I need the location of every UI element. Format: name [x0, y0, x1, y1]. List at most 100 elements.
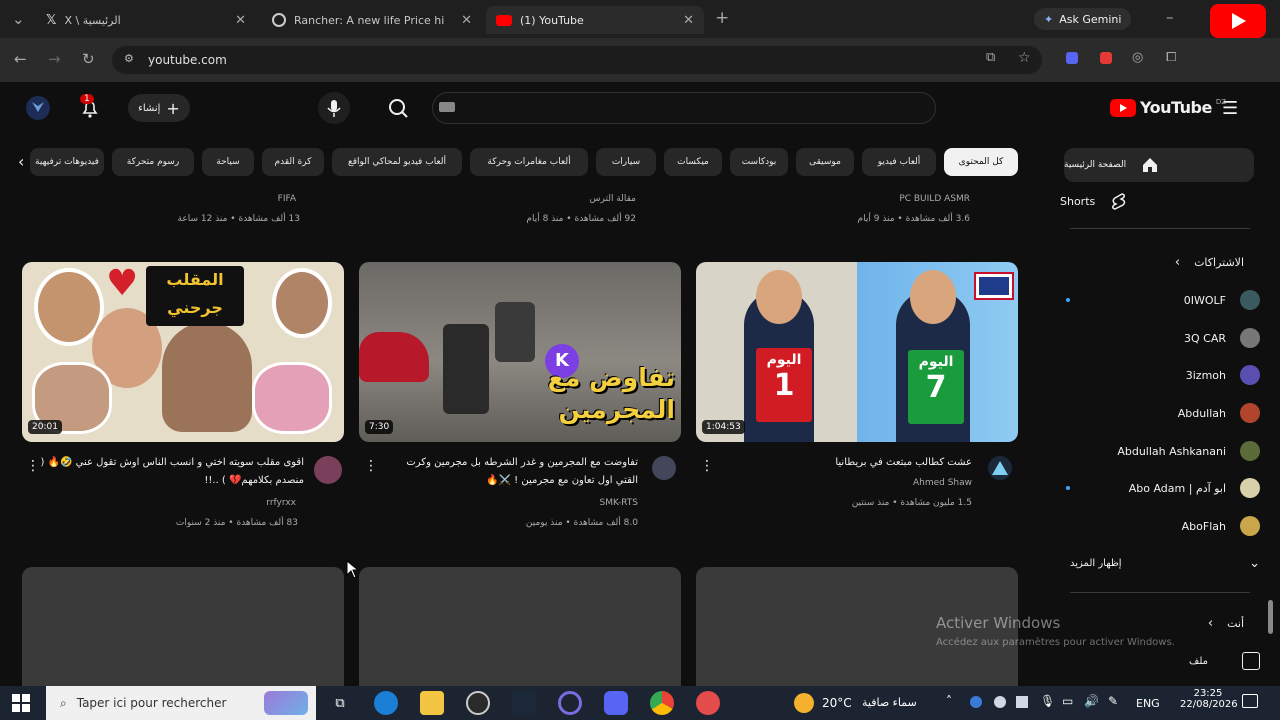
- chrome-icon[interactable]: [650, 691, 674, 715]
- forward-button[interactable]: →: [48, 50, 61, 68]
- tab-search-dropdown-icon[interactable]: ⌄: [12, 10, 25, 28]
- discord-icon[interactable]: [604, 691, 628, 715]
- browser-tab-steam[interactable]: Rancher: A new life Price histor ✕: [262, 6, 482, 34]
- chip[interactable]: فيديوهات ترفيهية: [30, 148, 104, 176]
- sidebar-item-channel[interactable]: 3Q CAR: [1060, 321, 1260, 355]
- app-red-icon[interactable]: [696, 691, 720, 715]
- sidebar-item-channel[interactable]: 0IWOLF: [1060, 283, 1260, 317]
- minimize-button[interactable]: –: [1166, 8, 1174, 26]
- clock[interactable]: 23:25 22/08/2026: [1180, 688, 1238, 710]
- sidebar-item-home[interactable]: الصفحة الرئيسية: [1064, 148, 1254, 182]
- chip[interactable]: بودكاست: [730, 148, 788, 176]
- video-channel[interactable]: PC BUILD ASMR: [700, 194, 970, 204]
- start-button[interactable]: [12, 694, 30, 712]
- obs-icon[interactable]: [466, 691, 490, 715]
- sidebar-item-channel[interactable]: Abdullah: [1060, 396, 1260, 430]
- video-meta: 1.5 مليون مشاهدة • منذ سنتين: [851, 498, 972, 508]
- voice-search-button[interactable]: [318, 92, 350, 124]
- video-thumbnail[interactable]: ♥ المقلب جرحني 20:01: [22, 262, 344, 442]
- extensions-puzzle-icon[interactable]: ⧠: [1166, 50, 1176, 65]
- sidebar-item-shorts[interactable]: Shorts: [1060, 184, 1260, 218]
- weather-desc[interactable]: سماء صافية: [862, 696, 932, 709]
- search-input[interactable]: [432, 92, 936, 124]
- sidebar-item-channel[interactable]: Abdullah Ashkanani: [1060, 434, 1260, 468]
- sidebar-show-more[interactable]: ⌄ إظهار المزيد: [1060, 546, 1260, 580]
- avatar[interactable]: [26, 96, 50, 120]
- ask-gemini-button[interactable]: ✦ Ask Gemini: [1034, 8, 1132, 30]
- chip[interactable]: سيارات: [596, 148, 656, 176]
- tray-app-icon[interactable]: [970, 696, 982, 708]
- chip-active[interactable]: كل المحتوى: [944, 148, 1018, 176]
- chip[interactable]: ألعاب فيديو لمحاكي الواقع: [332, 148, 462, 176]
- extension-icon[interactable]: ◎: [1132, 50, 1143, 65]
- back-button[interactable]: ←: [14, 50, 27, 68]
- network-icon[interactable]: ▭: [1062, 694, 1073, 708]
- chip[interactable]: سياحة: [202, 148, 254, 176]
- channel-avatar[interactable]: [652, 456, 676, 480]
- app-ring-icon[interactable]: [558, 691, 582, 715]
- volume-icon[interactable]: 🔊: [1084, 694, 1099, 708]
- sidebar-divider: [1070, 228, 1250, 229]
- browser-tab-x[interactable]: 𝕏 X \ الرئيسية ✕: [36, 6, 256, 34]
- video-channel[interactable]: rrfyrxx: [40, 498, 296, 508]
- channel-avatar[interactable]: [988, 456, 1012, 480]
- video-thumbnail[interactable]: اليوم 1 اليوم 7 1:04:53: [696, 262, 1018, 442]
- create-button[interactable]: إنشاء +: [128, 94, 190, 122]
- microphone-icon[interactable]: 🎙: [1040, 694, 1055, 708]
- video-channel[interactable]: Ahmed Shaw: [720, 478, 972, 488]
- chip[interactable]: ميكسات: [664, 148, 722, 176]
- video-title[interactable]: تفاوضت مع المجرمين و غدر الشرطه بل مجرمي…: [386, 454, 638, 490]
- video-thumbnail[interactable]: K تفاوض مع المجرمين 7:30: [359, 262, 681, 442]
- sidebar-item-channel[interactable]: Abo Adam | ابو آدم: [1060, 471, 1260, 505]
- address-bar[interactable]: ⚙ youtube.com: [112, 46, 1042, 74]
- video-title[interactable]: عشت كطالب مبتعث في بريطانيا: [720, 454, 972, 472]
- more-options-icon[interactable]: ⋮: [26, 458, 40, 474]
- youtube-logo[interactable]: YouTube DZ: [1110, 98, 1226, 117]
- language-indicator[interactable]: ENG: [1136, 697, 1160, 710]
- sidebar-you-header[interactable]: أنت ›: [1060, 606, 1260, 640]
- video-channel[interactable]: مقالة الترس: [364, 194, 636, 204]
- new-tab-button[interactable]: +: [715, 8, 729, 28]
- chip[interactable]: ألعاب فيديو: [862, 148, 936, 176]
- chip[interactable]: موسيقى: [796, 148, 854, 176]
- show-hidden-icons-icon[interactable]: ˄: [946, 694, 952, 708]
- notifications-button[interactable]: 1: [78, 94, 102, 120]
- site-info-icon[interactable]: ⚙: [124, 52, 134, 65]
- chip[interactable]: رسوم متحركة: [112, 148, 194, 176]
- chip[interactable]: كرة القدم: [262, 148, 324, 176]
- sidebar-subscriptions-header[interactable]: الاشتراكات ›: [1060, 245, 1260, 279]
- sidebar-item-channel[interactable]: 3izmoh: [1060, 358, 1260, 392]
- cloud-icon[interactable]: [1016, 696, 1028, 708]
- extension-icon[interactable]: [1100, 52, 1112, 64]
- tray-app-icon[interactable]: [994, 696, 1006, 708]
- close-tab-icon[interactable]: ✕: [683, 13, 694, 28]
- install-app-icon[interactable]: ⧉: [986, 50, 995, 65]
- edge-icon[interactable]: [374, 691, 398, 715]
- reload-button[interactable]: ↻: [82, 50, 95, 68]
- steam-icon[interactable]: [512, 691, 536, 715]
- search-button[interactable]: [380, 92, 416, 124]
- taskbar-search-input[interactable]: ⌕ Taper ici pour rechercher: [46, 686, 316, 720]
- close-tab-icon[interactable]: ✕: [235, 13, 246, 28]
- sidebar-scrollbar[interactable]: [1268, 600, 1273, 634]
- video-channel[interactable]: FIFA: [28, 194, 296, 204]
- more-options-icon[interactable]: ⋮: [364, 458, 378, 474]
- file-explorer-icon[interactable]: [420, 691, 444, 715]
- bookmark-star-icon[interactable]: ☆: [1018, 50, 1031, 66]
- chip[interactable]: ألعاب مغامرات وحركة: [470, 148, 588, 176]
- chips-scroll-left-icon[interactable]: ‹: [18, 152, 24, 171]
- notification-center-icon[interactable]: [1242, 694, 1258, 708]
- sidebar-item-you[interactable]: ملف: [1060, 644, 1260, 678]
- pen-icon[interactable]: ✎: [1108, 694, 1118, 708]
- browser-tab-youtube[interactable]: (1) YouTube ✕: [486, 6, 704, 34]
- weather-temp[interactable]: 20°C: [822, 696, 852, 710]
- video-title[interactable]: اقوى مقلب سويته اختي و انسب الناس اوش تق…: [40, 454, 304, 490]
- close-tab-icon[interactable]: ✕: [461, 13, 472, 28]
- video-channel[interactable]: SMK-RTS: [386, 498, 639, 508]
- sidebar-item-channel[interactable]: AboFlah: [1060, 509, 1260, 543]
- sidebar-item-label: 3Q CAR: [1183, 331, 1226, 345]
- extension-icon[interactable]: [1066, 52, 1078, 64]
- channel-avatar[interactable]: [314, 456, 342, 484]
- task-view-icon[interactable]: ⧉: [328, 691, 352, 715]
- more-options-icon[interactable]: ⋮: [700, 458, 714, 474]
